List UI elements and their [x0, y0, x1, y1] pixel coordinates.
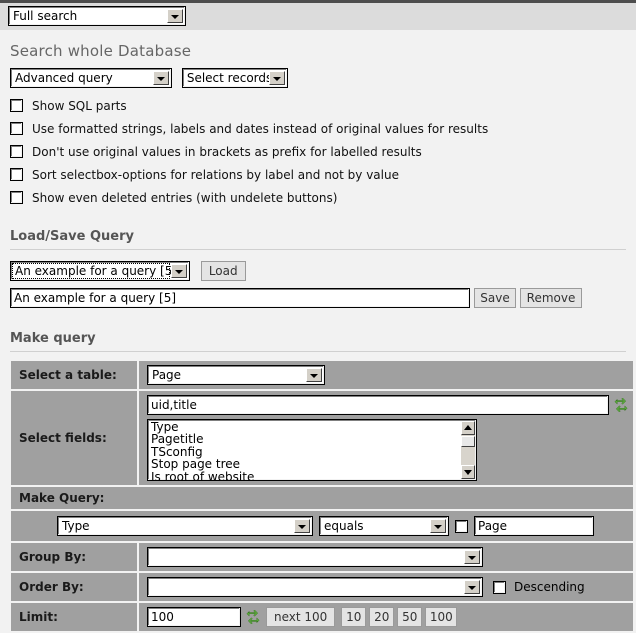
chevron-down-icon: [464, 550, 480, 564]
limit-cell: 100 next 100102050100: [138, 602, 633, 632]
scroll-up-icon[interactable]: [461, 421, 475, 435]
option-label: Don't use original values in brackets as…: [32, 145, 422, 159]
select-table-value: Page: [152, 366, 181, 384]
make-query-label: Make Query:: [11, 486, 633, 510]
refresh-icon[interactable]: [614, 398, 628, 412]
option-label: Sort selectbox-options for relations by …: [32, 168, 399, 182]
refresh-icon[interactable]: [246, 610, 260, 624]
list-item[interactable]: Pagetitle: [151, 433, 476, 445]
condition-value-input[interactable]: Page: [474, 516, 594, 536]
table-row-select-table: Select a table: Page: [11, 361, 633, 390]
checkbox-no-original-values-prefix[interactable]: [10, 145, 23, 158]
table-row-group-by: Group By:: [11, 542, 633, 572]
chevron-down-icon: [306, 368, 322, 382]
group-by-select[interactable]: [147, 547, 483, 567]
saved-query-select[interactable]: An example for a query [5]: [10, 261, 190, 281]
limit-preset-100-button[interactable]: 100: [425, 607, 457, 627]
condition-operator-value: equals: [324, 517, 364, 535]
table-row-limit: Limit: 100 next 100102050100: [11, 602, 633, 632]
descending-label: Descending: [514, 580, 585, 594]
select-records-select-value: Select records: [187, 69, 272, 87]
list-item[interactable]: Stop page tree: [151, 458, 476, 470]
chevron-down-icon: [269, 71, 285, 85]
limit-preset-10-button[interactable]: 10: [341, 607, 366, 627]
table-row-make-query-header: Make Query:: [11, 486, 633, 510]
chevron-down-icon: [464, 580, 480, 594]
select-fields-label: Select fields:: [11, 390, 138, 486]
query-builder-table: Select a table: Page Select fields: uid,…: [11, 361, 633, 633]
top-toolbar: Full search: [0, 0, 636, 30]
search-section: Search whole Database Advanced query Sel…: [0, 30, 636, 205]
chevron-down-icon: [167, 9, 183, 23]
scroll-down-icon[interactable]: [461, 465, 475, 479]
group-by-cell: [138, 542, 633, 572]
select-table-cell: Page: [138, 361, 633, 390]
make-query-section-title: Make query: [10, 331, 626, 346]
advanced-query-select[interactable]: Advanced query: [10, 68, 172, 88]
query-name-input[interactable]: An example for a query [5]: [10, 288, 470, 308]
option-sort-selectbox-options[interactable]: Sort selectbox-options for relations by …: [10, 166, 626, 182]
condition-operator-select[interactable]: equals: [319, 516, 449, 536]
chevron-down-icon: [294, 519, 310, 533]
option-label: Show even deleted entries (with undelete…: [32, 191, 337, 205]
fields-listbox-scrollbar[interactable]: [460, 421, 475, 479]
option-show-sql-parts[interactable]: Show SQL parts: [10, 97, 626, 113]
order-by-label: Order By:: [11, 572, 138, 602]
save-query-row: An example for a query [5]SaveRemove: [10, 288, 626, 308]
make-query-section: Make query: [0, 331, 636, 352]
scrollbar-thumb[interactable]: [461, 436, 475, 447]
section-divider: [10, 249, 626, 250]
checkbox-negate-condition[interactable]: [455, 520, 468, 533]
group-by-label: Group By:: [11, 542, 138, 572]
chevron-down-icon: [153, 71, 169, 85]
limit-input[interactable]: 100: [147, 607, 241, 627]
table-row-select-fields: Select fields: uid,title: [11, 390, 633, 486]
advanced-query-select-value: Advanced query: [15, 69, 113, 87]
checkbox-descending[interactable]: [493, 581, 506, 594]
saved-query-select-value: An example for a query [5]: [15, 262, 177, 280]
next-page-button[interactable]: next 100: [266, 607, 335, 627]
table-row-order-by: Order By: Descending: [11, 572, 633, 602]
load-save-section: Load/Save Query An example for a query […: [0, 229, 636, 308]
order-by-select[interactable]: [147, 577, 483, 597]
checkbox-show-deleted-entries[interactable]: [10, 191, 23, 204]
remove-button[interactable]: Remove: [520, 288, 582, 308]
select-table-dropdown[interactable]: Page: [147, 365, 325, 385]
select-table-label: Select a table:: [11, 361, 138, 390]
list-item[interactable]: Is root of website: [151, 471, 476, 481]
chevron-down-icon: [171, 264, 187, 278]
save-button[interactable]: Save: [474, 288, 516, 308]
fields-listbox-items: Type Pagetitle TSconfig Stop page tree I…: [148, 420, 476, 481]
option-use-formatted-strings[interactable]: Use formatted strings, labels and dates …: [10, 120, 626, 136]
checkbox-show-sql-parts[interactable]: [10, 99, 23, 112]
fields-listbox[interactable]: Type Pagetitle TSconfig Stop page tree I…: [147, 419, 477, 481]
checkbox-sort-selectbox-options[interactable]: [10, 168, 23, 181]
option-show-deleted-entries[interactable]: Show even deleted entries (with undelete…: [10, 189, 626, 205]
select-fields-input[interactable]: uid,title: [147, 395, 609, 415]
limit-label: Limit:: [11, 602, 138, 632]
condition-cell: Type equals Page: [11, 510, 633, 542]
load-button[interactable]: Load: [201, 261, 246, 281]
chevron-down-icon: [430, 519, 446, 533]
option-label: Show SQL parts: [32, 99, 127, 113]
order-by-cell: Descending: [138, 572, 633, 602]
checkbox-use-formatted-strings[interactable]: [10, 122, 23, 135]
limit-preset-50-button[interactable]: 50: [397, 607, 422, 627]
query-type-row: Advanced query Select records: [10, 68, 626, 88]
limit-preset-20-button[interactable]: 20: [369, 607, 394, 627]
search-mode-select[interactable]: Full search: [8, 6, 186, 26]
select-records-select[interactable]: Select records: [182, 68, 288, 88]
condition-field-value: Type: [62, 517, 90, 535]
load-query-row: An example for a query [5] Load: [10, 261, 626, 281]
section-divider: [10, 351, 626, 352]
condition-field-select[interactable]: Type: [57, 516, 313, 536]
table-row-condition: Type equals Page: [11, 510, 633, 542]
option-label: Use formatted strings, labels and dates …: [32, 122, 488, 136]
search-section-title: Search whole Database: [10, 42, 626, 60]
search-mode-select-value: Full search: [13, 7, 77, 25]
option-no-original-values-prefix[interactable]: Don't use original values in brackets as…: [10, 143, 626, 159]
load-save-section-title: Load/Save Query: [10, 229, 626, 244]
select-fields-cell: uid,title Type: [138, 390, 633, 486]
descending-toggle[interactable]: Descending: [493, 580, 585, 594]
